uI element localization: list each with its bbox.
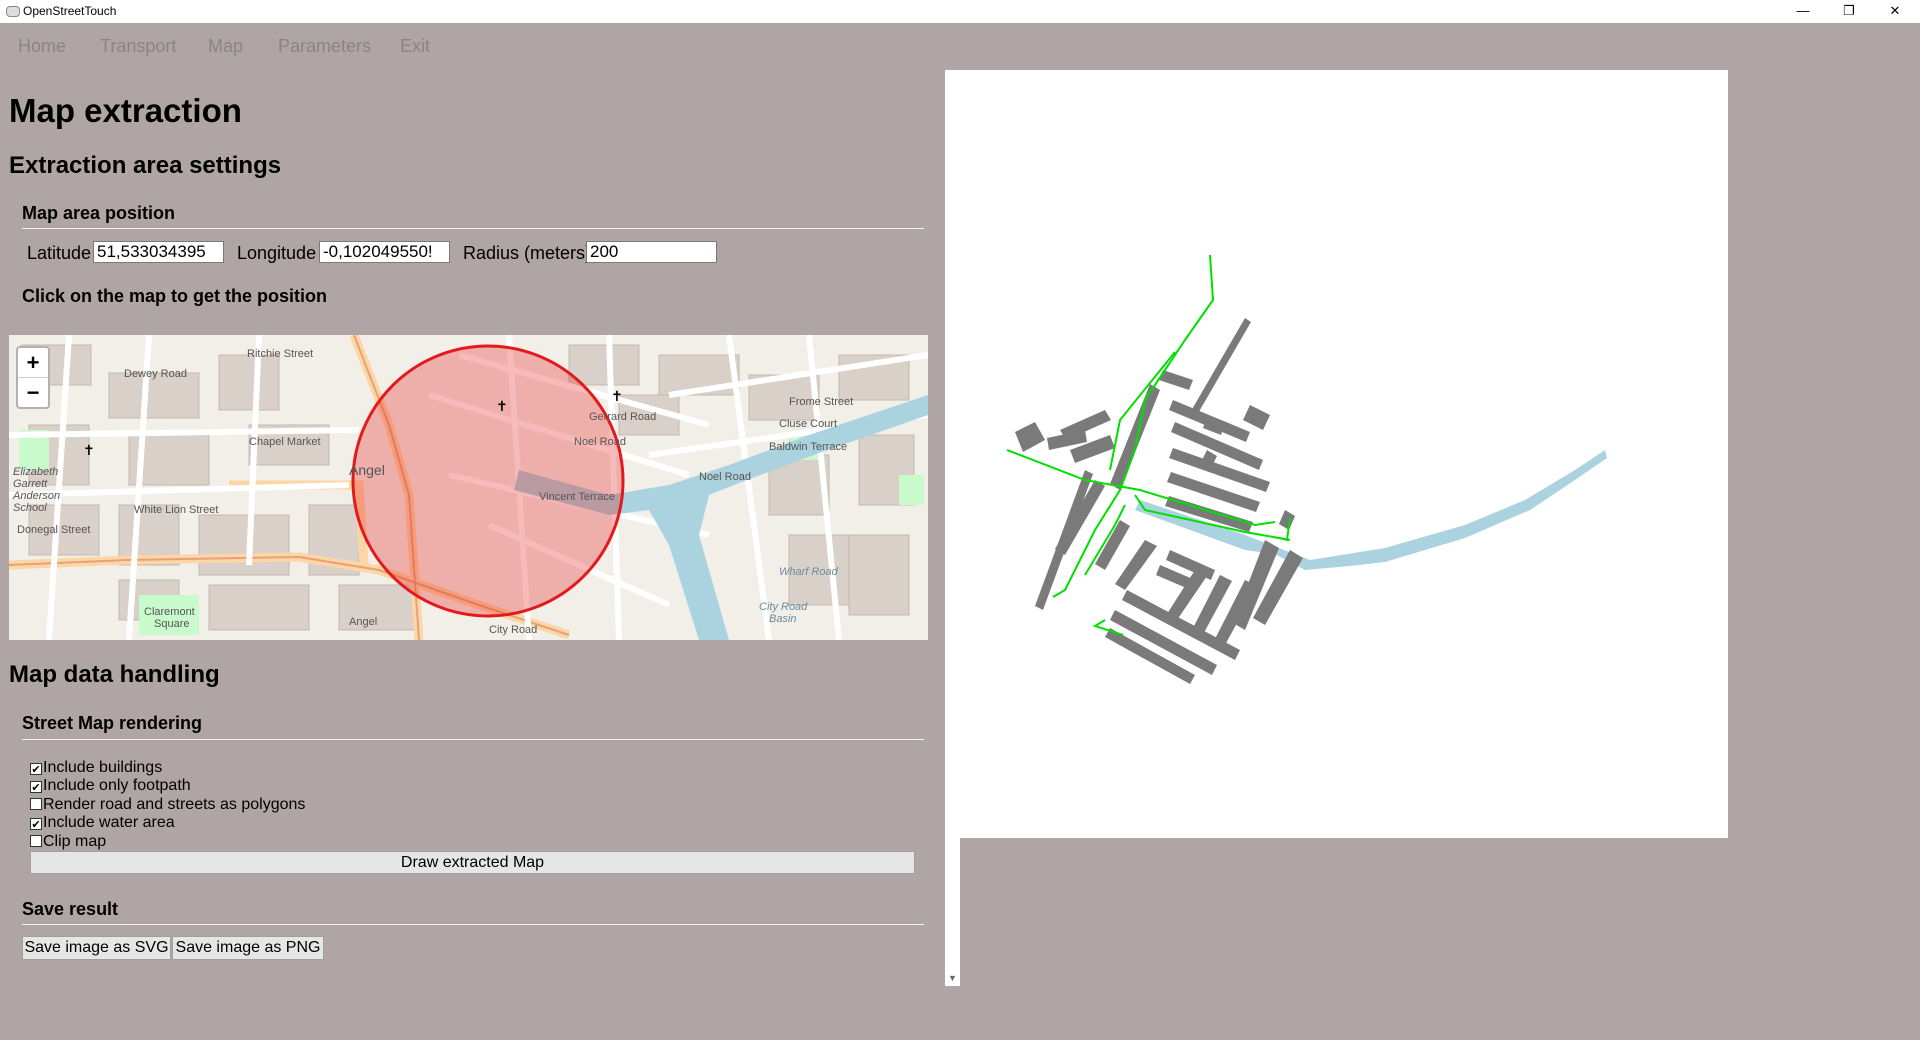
radius-label: Radius (meters) <box>463 243 592 263</box>
close-button[interactable]: ✕ <box>1872 0 1918 23</box>
latitude-input[interactable]: 51,533034395 <box>93 241 224 263</box>
save-png-button[interactable]: Save image as PNG <box>172 936 324 960</box>
svg-text:Ritchie Street: Ritchie Street <box>247 348 313 360</box>
checkbox-label: Clip map <box>43 833 107 850</box>
svg-text:Vincent Terrace: Vincent Terrace <box>539 491 615 503</box>
window-title: OpenStreetTouch <box>23 4 117 18</box>
save-svg-button[interactable]: Save image as SVG <box>22 936 171 960</box>
svg-text:Gerrard Road: Gerrard Road <box>589 411 656 423</box>
position-group-title: Map area position <box>22 203 176 223</box>
menu-exit[interactable]: Exit <box>400 36 430 57</box>
svg-text:Cluse Court: Cluse Court <box>779 418 837 430</box>
zoom-out-button[interactable]: − <box>18 378 48 407</box>
svg-text:Noel Road: Noel Road <box>699 471 751 483</box>
radius-input[interactable]: 200 <box>586 241 717 263</box>
svg-text:Frome Street: Frome Street <box>789 396 853 408</box>
latitude-label: Latitude <box>27 243 92 263</box>
rendering-group-title: Street Map rendering <box>22 713 203 733</box>
checkbox-label: Include only footpath <box>43 777 191 794</box>
minimize-button[interactable]: — <box>1780 0 1826 23</box>
svg-text:✝: ✝ <box>611 389 623 405</box>
svg-text:Angel: Angel <box>349 616 377 628</box>
map-view[interactable]: ✝ ✝ ✝ Dewey Road Ritchie Street Chapel Mar… <box>9 335 928 640</box>
checkbox-label: Include buildings <box>43 759 163 776</box>
include-footpath-checkbox[interactable]: ✔ Include only footpath <box>30 777 191 794</box>
svg-text:Claremont: Claremont <box>144 606 195 618</box>
svg-text:Elizabeth: Elizabeth <box>13 466 58 478</box>
svg-text:White Lion Street: White Lion Street <box>134 504 218 516</box>
menu-transport[interactable]: Transport <box>100 36 176 57</box>
app-icon <box>6 6 20 17</box>
checkbox-label: Include water area <box>43 814 175 831</box>
zoom-in-button[interactable]: + <box>18 348 48 377</box>
checkbox-box[interactable]: ✔ <box>30 781 42 794</box>
longitude-input[interactable]: -0,102049550! <box>319 241 450 263</box>
save-group-title: Save result <box>22 899 119 919</box>
extraction-section-title: Extraction area settings <box>9 152 282 179</box>
render-roads-polygons-checkbox[interactable]: Render road and streets as polygons <box>30 796 305 813</box>
include-water-checkbox[interactable]: ✔ Include water area <box>30 814 175 831</box>
map-tiles: ✝ ✝ ✝ Dewey Road Ritchie Street Chapel Mar… <box>9 335 928 640</box>
data-handling-title: Map data handling <box>9 661 220 688</box>
svg-text:Dewey Road: Dewey Road <box>124 368 187 380</box>
divider <box>22 739 924 740</box>
svg-text:City Road: City Road <box>489 624 537 636</box>
svg-text:Anderson: Anderson <box>12 490 60 502</box>
divider <box>22 924 924 925</box>
svg-text:Garrett: Garrett <box>13 478 48 490</box>
page-title: Map extraction <box>9 92 242 129</box>
menu-map[interactable]: Map <box>208 36 243 57</box>
divider <box>22 228 924 229</box>
checkbox-box[interactable] <box>30 798 42 810</box>
svg-text:Baldwin Terrace: Baldwin Terrace <box>769 441 847 453</box>
svg-text:City Road: City Road <box>759 601 808 613</box>
longitude-label: Longitude <box>237 243 317 263</box>
map-zoom-control: + − <box>16 346 50 409</box>
svg-text:Wharf Road: Wharf Road <box>779 566 839 578</box>
checkbox-box[interactable] <box>30 835 42 847</box>
svg-text:School: School <box>13 502 47 514</box>
title-bar: OpenStreetTouch — ❐ ✕ <box>0 0 1920 23</box>
map-click-hint: Click on the map to get the position <box>22 286 328 306</box>
clip-map-checkbox[interactable]: Clip map <box>30 833 106 850</box>
svg-text:Donegal Street: Donegal Street <box>17 524 90 536</box>
extracted-map-drawing <box>1006 254 1607 684</box>
checkbox-box[interactable]: ✔ <box>30 818 42 831</box>
svg-text:Basin: Basin <box>769 613 797 625</box>
checkbox-box[interactable]: ✔ <box>30 763 42 776</box>
svg-text:Angel: Angel <box>349 462 385 478</box>
checkbox-label: Render road and streets as polygons <box>43 796 306 813</box>
svg-text:Chapel Market: Chapel Market <box>249 436 321 448</box>
scroll-down-arrow[interactable]: ▼ <box>948 973 957 983</box>
menu-parameters[interactable]: Parameters <box>278 36 371 57</box>
draw-extracted-map-button[interactable]: Draw extracted Map <box>30 851 915 874</box>
extracted-map-preview <box>945 70 1728 838</box>
svg-text:Noel Road: Noel Road <box>574 436 626 448</box>
svg-text:✝: ✝ <box>496 399 508 415</box>
menu-bar: Home Transport Map Parameters Exit <box>0 23 940 71</box>
svg-text:Square: Square <box>154 618 189 630</box>
menu-home[interactable]: Home <box>18 36 66 57</box>
svg-text:✝: ✝ <box>83 443 95 459</box>
include-buildings-checkbox[interactable]: ✔ Include buildings <box>30 759 162 776</box>
maximize-button[interactable]: ❐ <box>1826 0 1872 23</box>
